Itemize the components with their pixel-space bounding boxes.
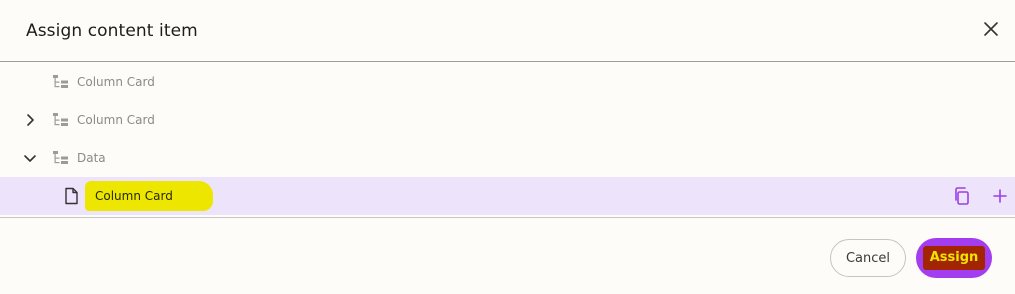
assign-button[interactable]: Assign <box>916 238 992 278</box>
tree-item[interactable]: Data <box>0 139 1015 177</box>
tree-item[interactable]: Column Card <box>0 63 1015 101</box>
add-icon[interactable] <box>990 186 1010 206</box>
document-icon <box>64 187 79 205</box>
structure-icon <box>52 74 70 90</box>
dialog-header: Assign content item <box>0 0 1015 62</box>
chevron-right-icon[interactable] <box>22 112 38 128</box>
cancel-button-label: Cancel <box>845 250 891 266</box>
chevron-down-icon[interactable] <box>22 150 38 166</box>
cancel-button[interactable]: Cancel <box>830 239 906 277</box>
copy-icon[interactable] <box>952 186 972 206</box>
structure-icon <box>52 112 70 128</box>
dialog-footer: Cancel Assign <box>0 218 1015 294</box>
content-tree: Column Card Column Card Data Column Card <box>0 63 1015 215</box>
tree-item[interactable]: Column Card <box>0 101 1015 139</box>
tree-item-label: Column Card <box>77 113 155 127</box>
dialog-title: Assign content item <box>26 21 198 41</box>
close-icon[interactable] <box>980 18 1002 40</box>
assign-content-dialog: Assign content item Column Card Column C… <box>0 0 1015 294</box>
tree-item-label: Column Card <box>77 75 155 89</box>
tree-item-label: Data <box>77 151 106 165</box>
structure-icon <box>52 150 70 166</box>
tree-item-selected[interactable]: Column Card <box>0 177 1015 215</box>
tree-item-label: Column Card <box>95 189 173 203</box>
assign-button-label: Assign <box>922 246 986 270</box>
